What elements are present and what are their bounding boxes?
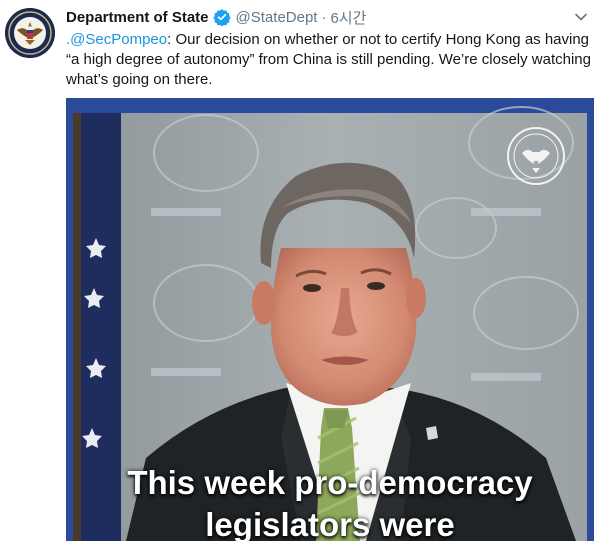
tweet-text: .@SecPompeo: Our decision on whether or … <box>66 30 594 90</box>
separator-dot: · <box>321 8 327 26</box>
video-caption-line-2: legislators were <box>205 506 455 541</box>
tweet-header: Department of State @StateDept · 6시간 <box>66 6 591 28</box>
author-display-name[interactable]: Department of State <box>66 9 209 26</box>
chevron-down-icon[interactable] <box>573 9 589 25</box>
avatar[interactable] <box>5 8 55 58</box>
tweet-timestamp[interactable]: 6시간 <box>330 7 366 28</box>
video-caption-line-1: This week pro-democracy <box>127 464 533 501</box>
video-media[interactable]: This week pro-democracy legislators were <box>66 98 594 541</box>
verified-badge-icon <box>212 8 231 26</box>
mention-link[interactable]: .@SecPompeo <box>66 31 167 48</box>
state-department-seal-icon <box>5 8 55 58</box>
author-handle[interactable]: @StateDept <box>236 9 318 26</box>
